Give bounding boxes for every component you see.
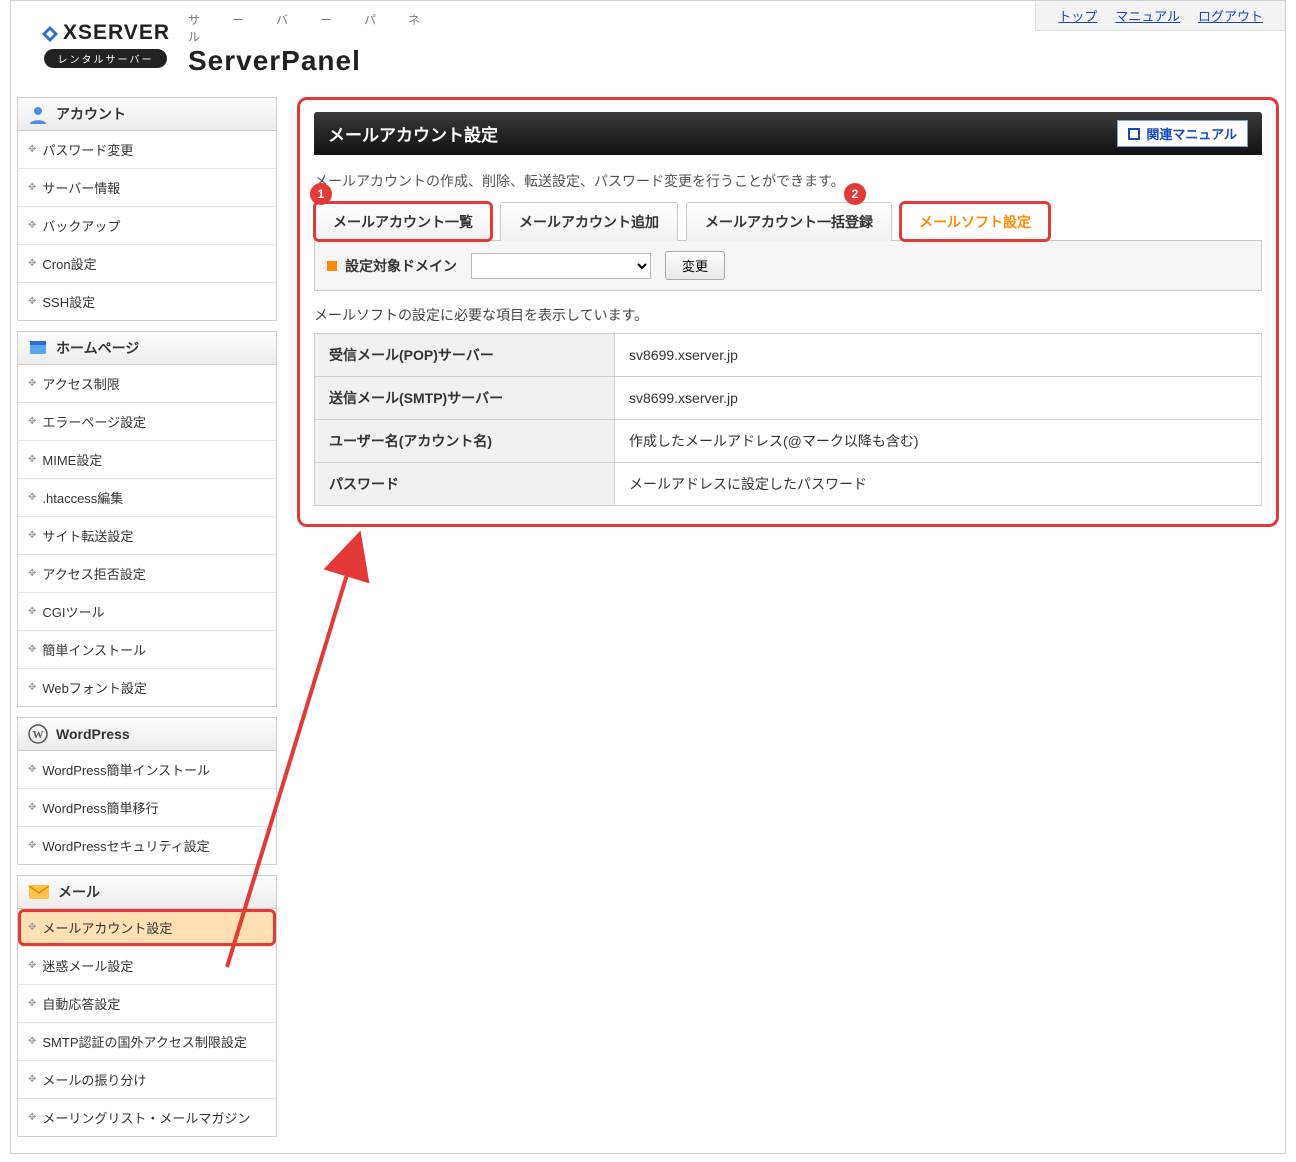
setting-value: 作成したメールアドレス(@マーク以降も含む) <box>615 420 1262 463</box>
sidebar-item[interactable]: バックアップ <box>18 206 276 244</box>
panel-description-2: メールソフトの設定に必要な項目を表示しています。 <box>314 305 1262 325</box>
wordpress-icon: W <box>28 724 48 744</box>
tab-mail-account-add[interactable]: メールアカウント追加 <box>500 202 678 241</box>
panel-title: メールアカウント設定 <box>328 121 498 146</box>
section-title-account: アカウント <box>56 104 126 124</box>
sidebar-item[interactable]: メーリングリスト・メールマガジン <box>18 1098 276 1136</box>
svg-text:W: W <box>33 729 44 741</box>
mail-icon <box>28 884 50 900</box>
section-title-homepage: ホームページ <box>56 338 139 358</box>
setting-value: sv8699.xserver.jp <box>615 334 1262 377</box>
top-link-manual[interactable]: マニュアル <box>1115 6 1180 25</box>
table-row: 送信メール(SMTP)サーバー sv8699.xserver.jp <box>315 377 1262 420</box>
sidebar-item-mail-account-settings[interactable]: メールアカウント設定 <box>18 909 276 946</box>
setting-label: 受信メール(POP)サーバー <box>315 334 615 377</box>
manual-icon <box>1128 128 1140 140</box>
setting-label: 送信メール(SMTP)サーバー <box>315 377 615 420</box>
sidebar-item[interactable]: メールの振り分け <box>18 1060 276 1098</box>
top-links: トップ マニュアル ログアウト <box>1035 1 1285 31</box>
sidebar-item[interactable]: WordPress簡単インストール <box>18 751 276 788</box>
sidebar-section-mail: メール メールアカウント設定 迷惑メール設定 自動応答設定 SMTP認証の国外ア… <box>17 875 277 1137</box>
sidebar-item[interactable]: CGIツール <box>18 592 276 630</box>
logo-area: XSERVER レンタルサーバー サ ー バ ー パ ネ ル ServerPan… <box>11 1 471 77</box>
setting-label: ユーザー名(アカウント名) <box>315 420 615 463</box>
sidebar-item[interactable]: WordPressセキュリティ設定 <box>18 826 276 864</box>
tab-mail-account-list[interactable]: メールアカウント一覧 <box>314 202 492 241</box>
sidebar-item[interactable]: SSH設定 <box>18 282 276 320</box>
sidebar-item[interactable]: 迷惑メール設定 <box>18 946 276 984</box>
sidebar-section-homepage: ホームページ アクセス制限 エラーページ設定 MIME設定 .htaccess編… <box>17 331 277 707</box>
mail-settings-table: 受信メール(POP)サーバー sv8699.xserver.jp 送信メール(S… <box>314 333 1262 506</box>
sidebar-section-wordpress: W WordPress WordPress簡単インストール WordPress簡… <box>17 717 277 865</box>
page-icon <box>28 338 48 358</box>
domain-label: 設定対象ドメイン <box>345 256 457 276</box>
table-row: パスワード メールアドレスに設定したパスワード <box>315 463 1262 506</box>
brand-pill: レンタルサーバー <box>44 49 168 68</box>
section-title-wordpress: WordPress <box>56 726 130 742</box>
setting-value: sv8699.xserver.jp <box>615 377 1262 420</box>
annotation-frame: メールアカウント設定 関連マニュアル メールアカウントの作成、削除、転送設定、パ… <box>297 97 1279 527</box>
panel-title-bar: メールアカウント設定 関連マニュアル <box>314 112 1262 155</box>
annotation-badge-2: 2 <box>844 183 866 205</box>
top-link-top[interactable]: トップ <box>1058 6 1097 25</box>
sidebar-item[interactable]: サーバー情報 <box>18 168 276 206</box>
square-bullet-icon <box>327 261 337 271</box>
domain-select[interactable] <box>471 253 651 279</box>
sidebar-item[interactable]: 自動応答設定 <box>18 984 276 1022</box>
domain-selector-row: 設定対象ドメイン 変更 <box>314 241 1262 291</box>
sidebar-item[interactable]: Webフォント設定 <box>18 668 276 706</box>
sidebar-item[interactable]: .htaccess編集 <box>18 478 276 516</box>
sidebar-item[interactable]: アクセス拒否設定 <box>18 554 276 592</box>
top-link-logout[interactable]: ログアウト <box>1198 6 1263 25</box>
annotation-badge-1: 1 <box>310 183 332 205</box>
table-row: ユーザー名(アカウント名) 作成したメールアドレス(@マーク以降も含む) <box>315 420 1262 463</box>
user-icon <box>28 104 48 124</box>
xserver-diamond-icon <box>41 25 57 41</box>
sidebar-item[interactable]: SMTP認証の国外アクセス制限設定 <box>18 1022 276 1060</box>
tab-mail-account-bulk[interactable]: メールアカウント一括登録 <box>686 202 892 241</box>
brand-text: XSERVER <box>63 21 170 45</box>
sidebar-item[interactable]: Cron設定 <box>18 244 276 282</box>
tabs: メールアカウント一覧 メールアカウント追加 メールアカウント一括登録 メールソフ… <box>314 201 1262 241</box>
table-row: 受信メール(POP)サーバー sv8699.xserver.jp <box>315 334 1262 377</box>
related-manual-button[interactable]: 関連マニュアル <box>1117 120 1248 147</box>
setting-label: パスワード <box>315 463 615 506</box>
serverpanel-kana: サ ー バ ー パ ネ ル <box>188 11 471 45</box>
panel-description: メールアカウントの作成、削除、転送設定、パスワード変更を行うことができます。 <box>314 171 1262 191</box>
tab-mail-software-settings[interactable]: メールソフト設定 <box>900 202 1050 241</box>
serverpanel-text: ServerPanel <box>188 45 471 77</box>
sidebar-item[interactable]: MIME設定 <box>18 440 276 478</box>
sidebar-item[interactable]: サイト転送設定 <box>18 516 276 554</box>
sidebar: アカウント パスワード変更 サーバー情報 バックアップ Cron設定 SSH設定… <box>17 97 277 1147</box>
sidebar-item[interactable]: WordPress簡単移行 <box>18 788 276 826</box>
setting-value: メールアドレスに設定したパスワード <box>615 463 1262 506</box>
change-button[interactable]: 変更 <box>665 251 725 280</box>
sidebar-item[interactable]: パスワード変更 <box>18 131 276 168</box>
sidebar-item[interactable]: 簡単インストール <box>18 630 276 668</box>
sidebar-item[interactable]: エラーページ設定 <box>18 402 276 440</box>
sidebar-section-account: アカウント パスワード変更 サーバー情報 バックアップ Cron設定 SSH設定 <box>17 97 277 321</box>
main-content: メールアカウント設定 関連マニュアル メールアカウントの作成、削除、転送設定、パ… <box>297 97 1279 527</box>
sidebar-item[interactable]: アクセス制限 <box>18 365 276 402</box>
section-title-mail: メール <box>58 882 100 902</box>
